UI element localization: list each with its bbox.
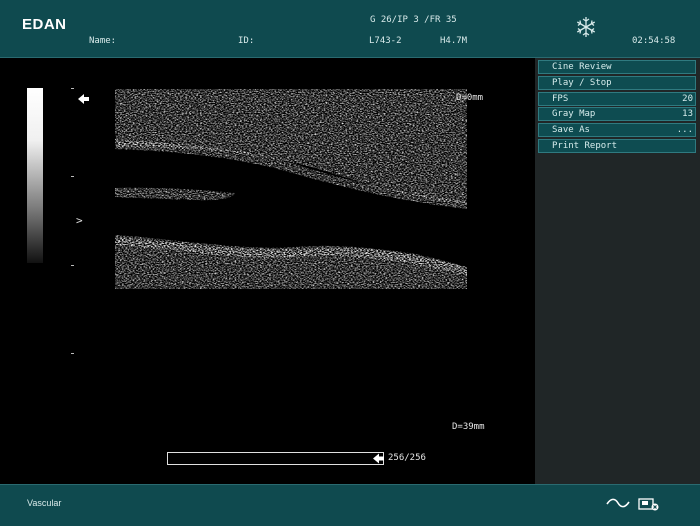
snowflake-icon[interactable] — [575, 16, 597, 38]
menu-item-label: Save As — [552, 125, 590, 135]
menu-item-value: 20 — [682, 94, 693, 104]
side-menu-panel — [535, 58, 700, 484]
probe-model: L743-2 — [369, 36, 402, 46]
menu-item-label: Cine Review — [552, 62, 612, 72]
menu-item-value: ... — [676, 125, 693, 135]
grayscale-bar — [27, 88, 43, 263]
orientation-arrow-icon — [78, 94, 89, 104]
focus-marker: > — [76, 214, 83, 227]
probe-frequency: H4.7M — [440, 36, 468, 46]
depth-bottom-label: D=39mm — [452, 422, 485, 432]
menu-item-label: Gray Map — [552, 109, 596, 119]
menu-item-label: Play / Stop — [552, 78, 612, 88]
cine-progress-bar[interactable] — [167, 452, 384, 465]
ultrasound-scan-image — [115, 89, 467, 289]
depth-top-label: D=0mm — [456, 93, 484, 103]
patient-id-label: ID: — [238, 36, 255, 46]
menu-item-gray-map[interactable]: Gray Map 13 — [538, 107, 696, 121]
bottom-status-bar — [0, 484, 700, 526]
cine-position-arrow-icon[interactable] — [372, 452, 386, 465]
probe-icon[interactable] — [638, 497, 660, 511]
patient-name-label: Name: — [89, 36, 117, 46]
menu-item-save-as[interactable]: Save As ... — [538, 123, 696, 137]
menu-item-label: Print Report — [552, 141, 618, 151]
cine-frame-counter: 256/256 — [388, 453, 426, 463]
menu-item-print-report[interactable]: Print Report — [538, 139, 696, 153]
tilde-wave-icon — [606, 498, 630, 508]
menu-item-label: FPS — [552, 94, 569, 104]
depth-tick — [71, 88, 74, 89]
brand-logo: EDAN — [22, 16, 67, 33]
imaging-params: G 26/IP 3 /FR 35 — [370, 15, 457, 25]
menu-item-cine-review[interactable]: Cine Review — [538, 60, 696, 74]
depth-tick — [71, 176, 74, 177]
exam-mode-label: Vascular — [27, 498, 62, 508]
menu-item-value: 13 — [682, 109, 693, 119]
depth-tick — [71, 353, 74, 354]
menu-item-play-stop[interactable]: Play / Stop — [538, 76, 696, 90]
depth-tick — [71, 265, 74, 266]
clock-time: 02:54:58 — [632, 36, 676, 46]
menu-item-fps[interactable]: FPS 20 — [538, 92, 696, 106]
